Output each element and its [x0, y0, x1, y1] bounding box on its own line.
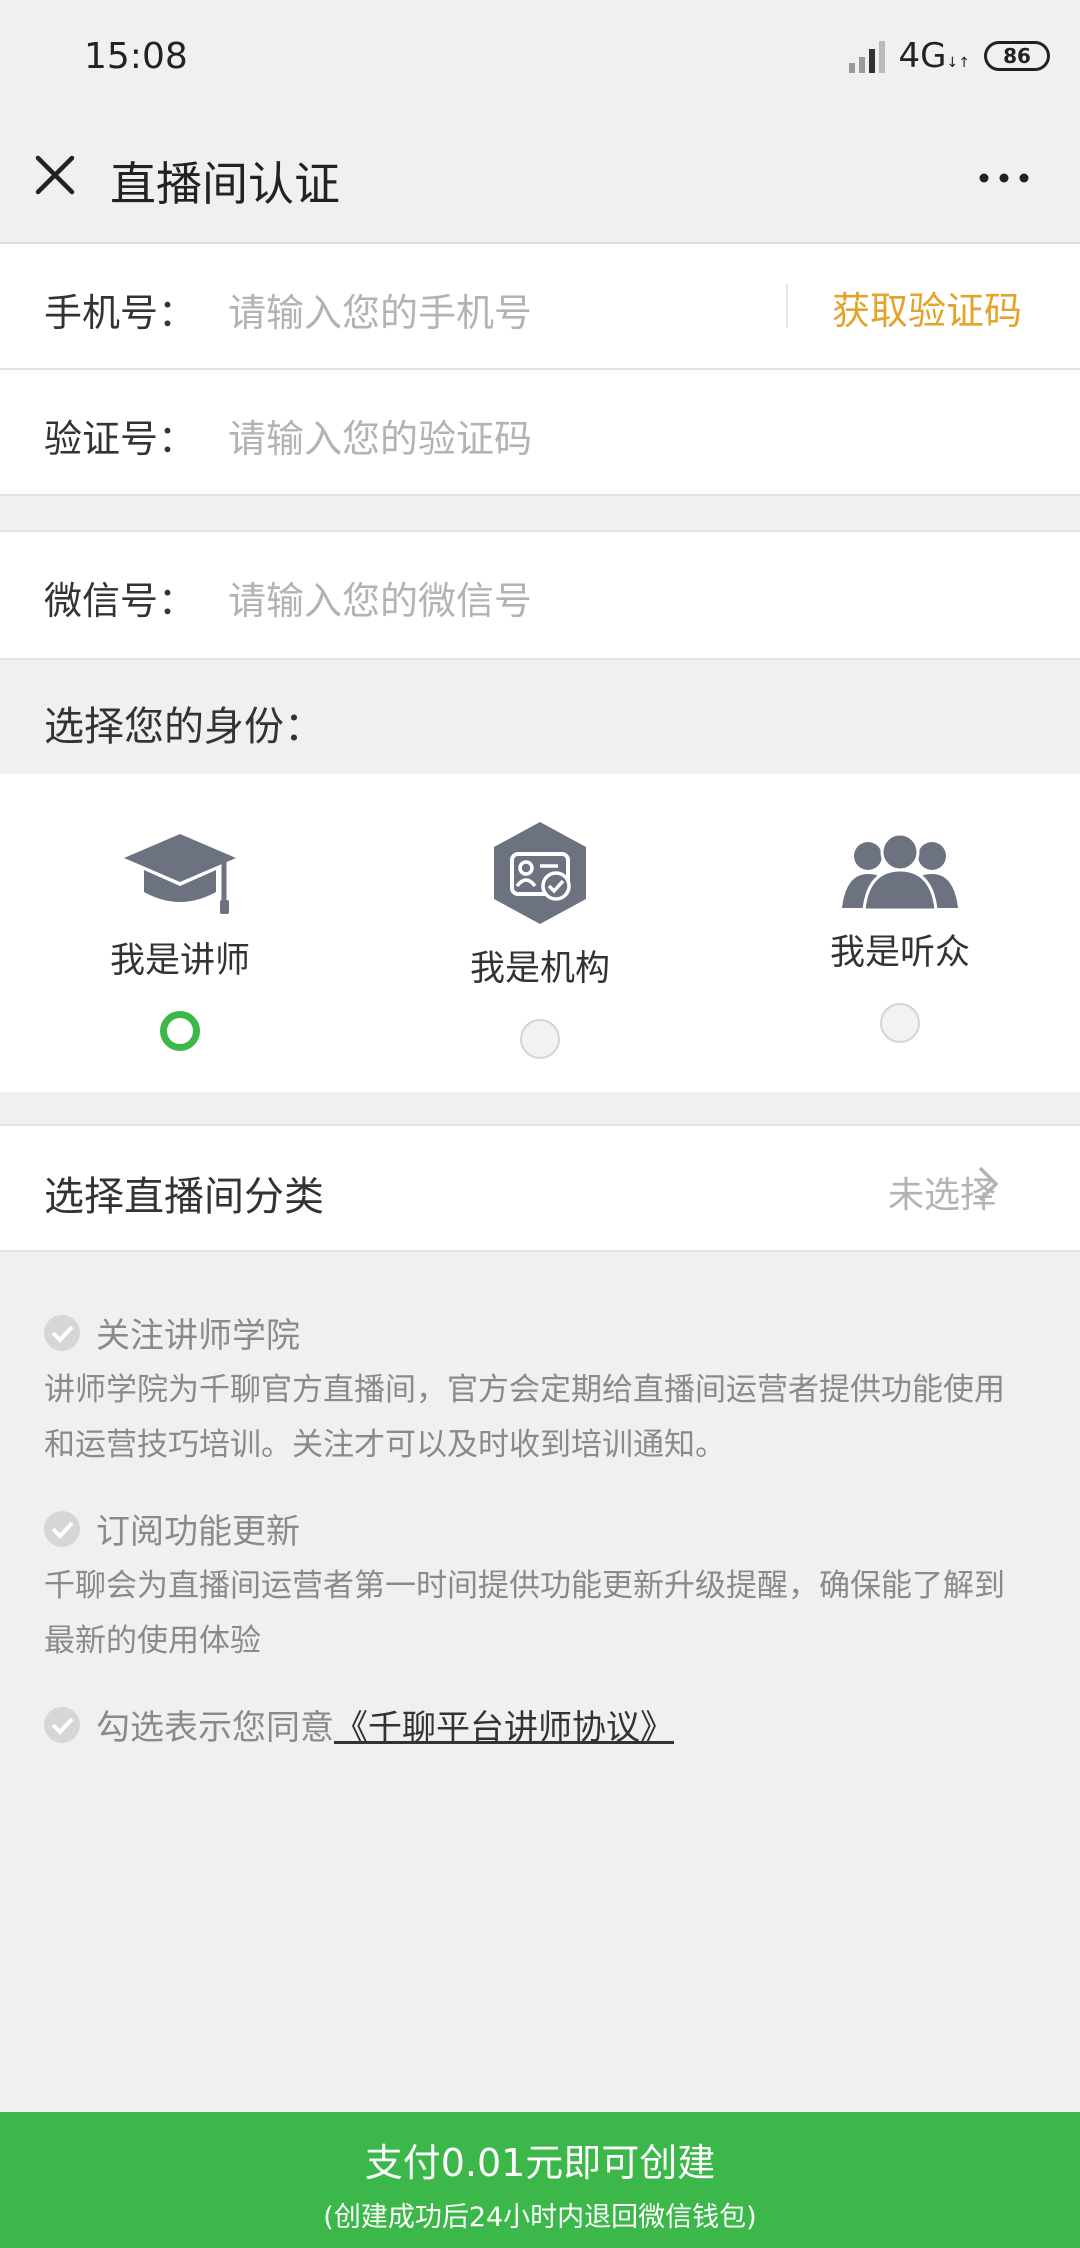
identity-option-organization[interactable]: 我是机构	[430, 820, 650, 1059]
pay-sub-text: (创建成功后24小时内退回微信钱包)	[323, 2202, 757, 2233]
agreement-prefix: 勾选表示您同意	[96, 1708, 334, 1748]
identity-option-audience[interactable]: 我是听众	[790, 830, 1010, 1043]
check-icon[interactable]	[44, 1314, 80, 1351]
status-time: 15:08	[84, 36, 188, 77]
chevron-right-icon	[978, 1166, 999, 1202]
subscribe-desc: 千聊会为直播间运营者第一时间提供功能更新升级提醒，确保能了解到最新的使用体验	[44, 1568, 1005, 1659]
wechat-row: 微信号： 请输入您的微信号	[0, 530, 1080, 660]
check-icon[interactable]	[44, 1510, 80, 1547]
status-indicators: 4G↓↑ 86	[848, 36, 1050, 76]
audience-icon	[842, 832, 958, 910]
phone-input[interactable]: 请输入您的手机号	[228, 282, 532, 337]
agreement-link[interactable]: 《千聊平台讲师协议》	[334, 1708, 674, 1748]
network-type: 4G↓↑	[898, 36, 970, 76]
phone-row: 手机号： 请输入您的手机号 获取验证码	[0, 244, 1080, 370]
follow-title: 关注讲师学院	[96, 1316, 300, 1356]
identity-panel: 我是讲师 我是机构 我是听众	[0, 774, 1080, 1092]
more-icon[interactable]	[976, 168, 1032, 188]
subscribe-option[interactable]: 订阅功能更新 千聊会为直播间运营者第一时间提供功能更新升级提醒，确保能了解到最新…	[44, 1504, 1034, 1669]
radio-unselected[interactable]	[880, 1003, 920, 1043]
agreement-text: 勾选表示您同意《千聊平台讲师协议》	[96, 1700, 674, 1749]
status-bar: 15:08 4G↓↑ 86	[0, 0, 1080, 118]
battery-icon: 86	[984, 41, 1050, 71]
code-row: 验证号： 请输入您的验证码	[0, 370, 1080, 496]
nav-bar: 直播间认证	[0, 118, 1080, 244]
phone-label: 手机号：	[44, 291, 197, 335]
identity-section-title: 选择您的身份：	[44, 704, 324, 750]
identity-label: 我是机构	[469, 949, 610, 989]
pay-button[interactable]: 支付0.01元即可创建 (创建成功后24小时内退回微信钱包)	[0, 2112, 1080, 2248]
identity-label: 我是讲师	[109, 941, 250, 981]
category-row[interactable]: 选择直播间分类 未选择	[0, 1124, 1080, 1252]
close-icon[interactable]	[30, 150, 80, 200]
check-icon[interactable]	[44, 1706, 80, 1743]
agreement-option[interactable]: 勾选表示您同意《千聊平台讲师协议》	[44, 1700, 1034, 1749]
radio-selected[interactable]	[160, 1011, 200, 1051]
page-title: 直播间认证	[110, 157, 340, 211]
graduation-cap-icon	[124, 834, 236, 914]
identity-option-lecturer[interactable]: 我是讲师	[70, 830, 290, 1051]
follow-desc: 讲师学院为千聊官方直播间，官方会定期给直播间运营者提供功能使用和运营技巧培训。关…	[44, 1372, 1005, 1463]
signal-icon	[848, 39, 885, 73]
code-label: 验证号：	[44, 417, 197, 461]
code-input[interactable]: 请输入您的验证码	[228, 408, 532, 463]
wechat-label: 微信号：	[44, 579, 197, 623]
follow-option[interactable]: 关注讲师学院 讲师学院为千聊官方直播间，官方会定期给直播间运营者提供功能使用和运…	[44, 1308, 1034, 1473]
divider	[786, 284, 788, 328]
pay-main-text: 支付0.01元即可创建	[364, 2141, 716, 2185]
identity-label: 我是听众	[829, 933, 970, 973]
id-card-icon	[494, 822, 586, 924]
radio-unselected[interactable]	[520, 1019, 560, 1059]
category-title: 选择直播间分类	[44, 1174, 324, 1220]
get-code-button[interactable]: 获取验证码	[832, 280, 1022, 335]
subscribe-title: 订阅功能更新	[96, 1512, 300, 1552]
wechat-input[interactable]: 请输入您的微信号	[228, 570, 532, 625]
